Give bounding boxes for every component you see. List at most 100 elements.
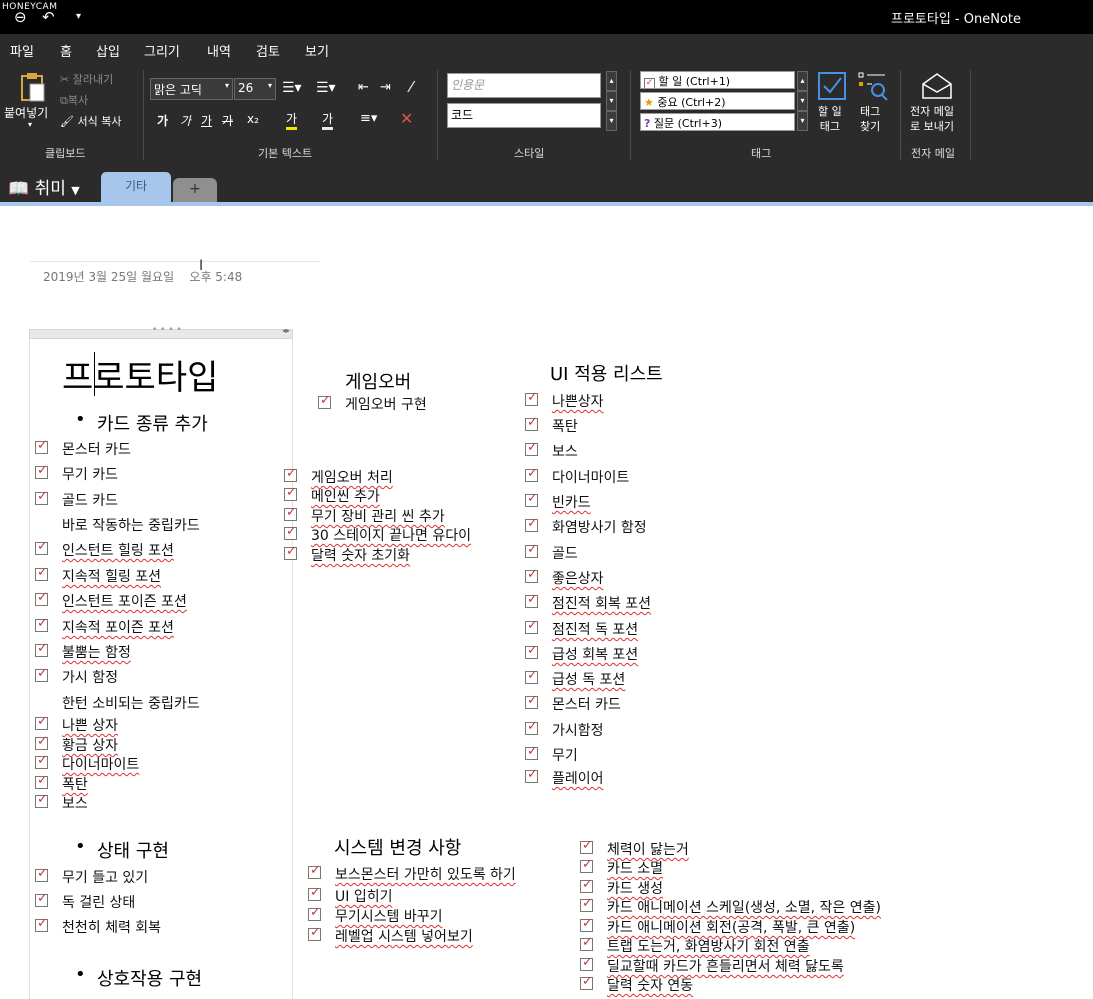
checkbox-icon[interactable] (35, 916, 48, 932)
bullet-list-icon[interactable]: ☰▾ (282, 80, 302, 96)
checkbox-icon[interactable] (308, 925, 321, 941)
clear-format-icon[interactable]: ⁄ (410, 78, 413, 96)
find-tags-icon[interactable] (858, 70, 888, 102)
checkbox-icon[interactable] (580, 916, 593, 932)
menu-draw[interactable]: 그리기 (144, 41, 180, 60)
menu-file[interactable]: 파일 (10, 41, 34, 60)
note-container-handle[interactable]: • • • • ◂▸ (29, 325, 293, 339)
checkbox-icon[interactable] (35, 438, 48, 454)
heading-ui-list[interactable]: UI 적용 리스트 (550, 360, 663, 386)
drag-handle-icon[interactable]: • • • • (152, 325, 182, 335)
indent-icon[interactable]: ⇥ (380, 80, 391, 95)
paste-icon[interactable] (18, 72, 48, 104)
subheading-one-turn-neutral[interactable]: 한턴 소비되는 중립카드 (62, 693, 200, 713)
checkbox-icon[interactable] (580, 857, 593, 873)
format-painter-button[interactable]: 🖌 서식 복사 (60, 113, 121, 129)
checkbox-icon[interactable] (284, 505, 297, 521)
paste-button[interactable]: 붙여넣기 (4, 104, 48, 121)
heading-interaction[interactable]: 상호작용 구현 (75, 964, 202, 991)
checkbox-icon[interactable] (284, 524, 297, 540)
menu-insert[interactable]: 삽입 (96, 41, 120, 60)
checkbox-icon[interactable] (580, 838, 593, 854)
tags-more[interactable]: ▾ (797, 111, 808, 131)
subheading-instant-neutral[interactable]: 바로 작동하는 중립카드 (62, 515, 200, 535)
align-icon[interactable]: ≡▾ (360, 111, 377, 126)
checkbox-icon[interactable] (35, 565, 48, 581)
checkbox-icon[interactable] (525, 668, 538, 684)
back-icon[interactable]: ⊖ (14, 8, 27, 26)
italic-button[interactable]: 가 (180, 112, 191, 129)
bold-button[interactable]: 가 (157, 112, 168, 129)
tag-question[interactable]: ? 질문 (Ctrl+3) (640, 113, 795, 131)
checkbox-icon[interactable] (35, 489, 48, 505)
heading-state[interactable]: 상태 구현 (75, 836, 169, 863)
heading-system-changes[interactable]: 시스템 변경 사항 (334, 834, 461, 860)
checkbox-icon[interactable] (35, 734, 48, 750)
checkbox-icon[interactable] (525, 415, 538, 431)
checkbox-icon[interactable] (35, 463, 48, 479)
clear-all-icon[interactable]: ✕ (400, 109, 413, 128)
checkbox-icon[interactable] (35, 590, 48, 606)
page-title[interactable]: 프로토타입 (62, 350, 218, 399)
todo-tag-icon[interactable] (818, 72, 846, 100)
checkbox-icon[interactable] (525, 719, 538, 735)
checkbox-icon[interactable] (525, 516, 538, 532)
cut-button[interactable]: ✂ 잘라내기 (60, 71, 113, 87)
checkbox-icon[interactable] (525, 542, 538, 558)
quick-access-more-icon[interactable]: ▾ (76, 11, 81, 22)
underline-button[interactable]: 가 (201, 112, 212, 129)
checkbox-icon[interactable] (525, 618, 538, 634)
outdent-icon[interactable]: ⇤ (358, 80, 369, 95)
todo-tag-button[interactable]: 할 일 태그 (818, 104, 842, 134)
checkbox-icon[interactable] (35, 714, 48, 730)
heading-card-types[interactable]: 카드 종류 추가 (75, 409, 208, 436)
checkbox-icon[interactable] (580, 877, 593, 893)
find-tags-button[interactable]: 태그 찾기 (860, 104, 880, 134)
checkbox-icon[interactable] (580, 896, 593, 912)
undo-icon[interactable]: ↶ (42, 8, 55, 26)
font-name-select[interactable]: 맑은 고딕 ▾ (150, 78, 233, 100)
checkbox-icon[interactable] (35, 753, 48, 769)
send-email-button[interactable]: 전자 메일 로 보내기 (910, 104, 954, 134)
font-color-button[interactable]: 가 (322, 110, 334, 130)
checkbox-icon[interactable] (35, 866, 48, 882)
tags-scroll-down[interactable]: ▾ (797, 91, 808, 111)
styles-scroll-up[interactable]: ▴ (606, 71, 617, 91)
checkbox-icon[interactable] (35, 641, 48, 657)
checkbox-icon[interactable] (35, 891, 48, 907)
menu-history[interactable]: 내역 (207, 41, 231, 60)
tag-important[interactable]: ★ 중요 (Ctrl+2) (640, 92, 795, 110)
menu-review[interactable]: 검토 (256, 41, 280, 60)
styles-more[interactable]: ▾ (606, 111, 617, 131)
checkbox-icon[interactable] (35, 792, 48, 808)
checkbox-icon[interactable] (525, 744, 538, 760)
checkbox-icon[interactable] (525, 693, 538, 709)
add-section-tab[interactable]: + (173, 178, 217, 202)
checkbox-icon[interactable] (35, 539, 48, 555)
checkbox-icon[interactable] (35, 773, 48, 789)
checkbox-icon[interactable] (525, 390, 538, 406)
checkbox-icon[interactable] (308, 885, 321, 901)
notebook-selector[interactable]: 📖 취미 ▼ (8, 174, 80, 199)
heading-gameover[interactable]: 게임오버 (345, 368, 411, 394)
checkbox-icon[interactable] (580, 974, 593, 990)
checkbox-icon[interactable] (35, 666, 48, 682)
checkbox-icon[interactable] (525, 567, 538, 583)
checkbox-icon[interactable] (525, 767, 538, 783)
section-tab-etc[interactable]: 기타 (101, 172, 171, 202)
tag-todo[interactable]: ✓ 할 일 (Ctrl+1) (640, 71, 795, 89)
checkbox-icon[interactable] (580, 935, 593, 951)
checkbox-icon[interactable] (284, 466, 297, 482)
checkbox-icon[interactable] (284, 544, 297, 560)
subscript-button[interactable]: x₂ (247, 112, 259, 126)
checkbox-icon[interactable] (525, 592, 538, 608)
number-list-icon[interactable]: ☰▾ (316, 80, 336, 96)
menu-home[interactable]: 홈 (60, 41, 72, 67)
strikethrough-button[interactable]: 가 (222, 112, 233, 129)
checkbox-icon[interactable] (308, 863, 321, 879)
checkbox-icon[interactable] (308, 905, 321, 921)
font-size-select[interactable]: 26 ▾ (234, 78, 276, 100)
email-icon[interactable] (921, 72, 953, 100)
checkbox-icon[interactable] (525, 466, 538, 482)
checkbox-icon[interactable] (525, 440, 538, 456)
